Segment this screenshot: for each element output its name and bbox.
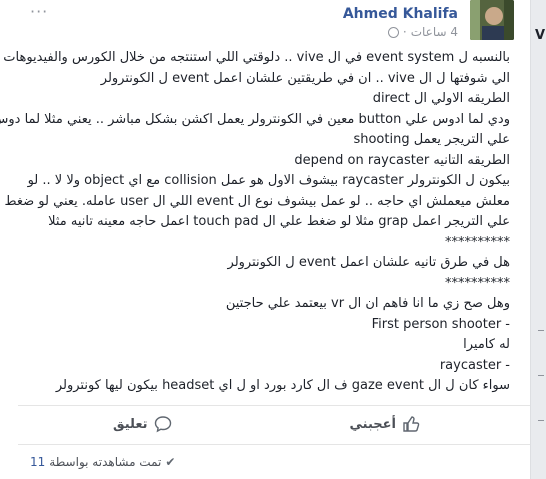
actions-divider-bottom xyxy=(18,444,530,445)
post-line: بيكون ل الكونترولر raycaster بيشوف الاول… xyxy=(27,173,510,188)
post-line: الطريقه التانيه depend on raycaster xyxy=(294,152,510,168)
globe-icon[interactable] xyxy=(387,26,399,38)
actions-divider-top xyxy=(18,405,530,406)
post-line: علي التريجر يعمل shooting xyxy=(353,132,510,147)
post-line: سواء كان ل ال gaze event ف ال كارد بورد … xyxy=(55,378,510,393)
sidebar-partial-text: V xyxy=(535,28,546,43)
post-time[interactable]: 4 ساعات xyxy=(411,25,458,39)
author-avatar[interactable] xyxy=(470,0,514,40)
comment-label: تعليق xyxy=(113,416,148,432)
like-label: أعجبني xyxy=(349,416,396,432)
post-meta: 4 ساعات · xyxy=(387,25,458,39)
post-line: هل في طرق تانيه علشان اعمل event ل الكون… xyxy=(227,255,510,270)
post-line: - First person shooter xyxy=(371,316,510,332)
post-line: ********** xyxy=(445,275,510,291)
audience-separator: · xyxy=(402,25,407,39)
post-options-button[interactable]: ··· xyxy=(30,2,48,21)
post-line: - raycaster xyxy=(439,357,510,373)
seen-by[interactable]: ✔ تمت مشاهدته بواسطة 11 xyxy=(30,455,175,469)
seen-text: تمت مشاهدته بواسطة xyxy=(49,455,162,469)
post-line: معلش ميعملش اي حاجه .. لو عمل بيشوف نوع … xyxy=(4,193,510,209)
sidebar-marker xyxy=(538,420,544,421)
author-name[interactable]: Ahmed Khalifa xyxy=(343,6,458,22)
post-actions: أعجبني تعليق xyxy=(18,410,530,438)
sidebar-marker xyxy=(538,330,544,331)
comment-icon xyxy=(154,416,171,433)
post-line: ودي لما ادوس علي button معين في الكونترو… xyxy=(0,111,510,127)
seen-count[interactable]: 11 xyxy=(30,455,45,469)
post-line: علي التريجر اعمل grap مثلا لو ضغط علي ال… xyxy=(48,214,510,229)
post-line: ********** xyxy=(445,234,510,250)
comment-button[interactable]: تعليق xyxy=(113,410,172,438)
post-card: ··· Ahmed Khalifa 4 ساعات · بالنسبه ل ev… xyxy=(0,0,531,479)
checkmark-icon: ✔ xyxy=(165,455,176,469)
sidebar-marker xyxy=(538,375,544,376)
post-line: وهل صح زي ما انا فاهم ان ال vr بيعتمد عل… xyxy=(225,296,510,311)
right-sidebar xyxy=(531,0,546,479)
thumbs-up-icon xyxy=(403,416,420,432)
post-line: الي شوفتها ل ال vive .. ان في طريقتين عل… xyxy=(100,70,510,86)
post-line: الطريقه الاولي ال direct xyxy=(372,91,510,106)
post-line: بالنسبه ل event system في ال vive .. دلو… xyxy=(3,50,510,65)
like-button[interactable]: أعجبني xyxy=(350,410,420,438)
post-body: بالنسبه ل event system في ال vive .. دلو… xyxy=(0,48,510,397)
post-line: له كاميرا xyxy=(463,337,510,352)
